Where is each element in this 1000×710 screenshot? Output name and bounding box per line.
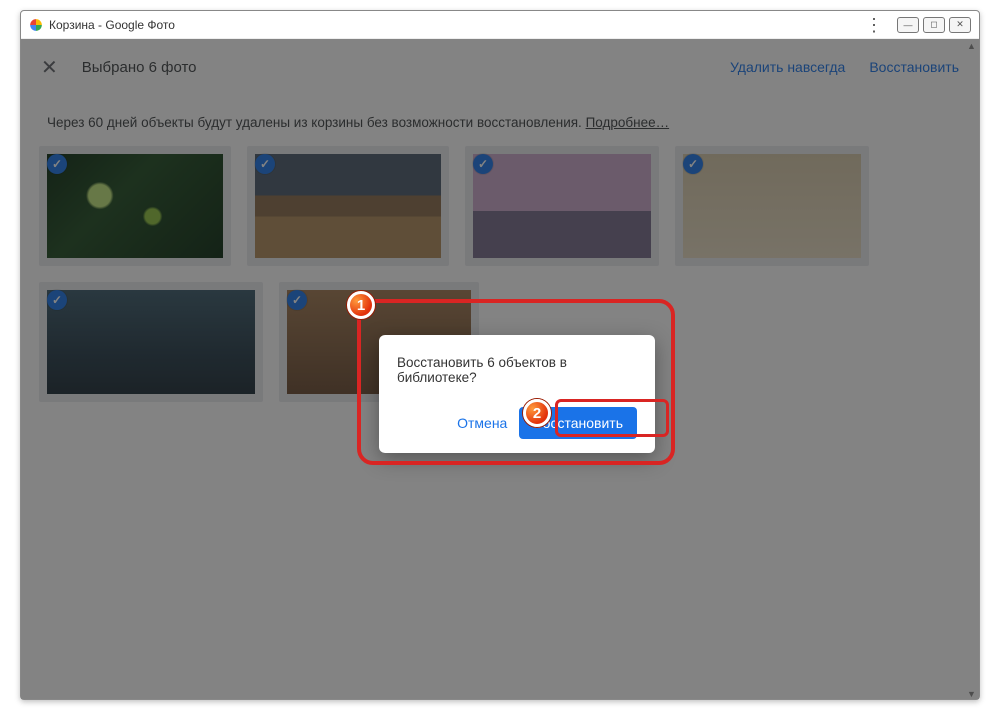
selected-check-icon[interactable]: ✓: [473, 154, 493, 174]
photo-thumbnail[interactable]: ✓: [247, 146, 449, 266]
photo-thumbnail[interactable]: ✓: [465, 146, 659, 266]
photo-thumbnail[interactable]: ✓: [39, 282, 263, 402]
selection-appbar: ✕ Выбрано 6 фото Удалить навсегда Восста…: [21, 39, 979, 95]
selected-check-icon[interactable]: ✓: [255, 154, 275, 174]
selected-check-icon[interactable]: ✓: [287, 290, 307, 310]
photo-thumbnail[interactable]: ✓: [675, 146, 869, 266]
maximize-button[interactable]: ◻: [923, 17, 945, 33]
restore-button[interactable]: Восстановить: [869, 59, 959, 75]
thumbnail-image: [47, 154, 223, 258]
selected-check-icon[interactable]: ✓: [47, 154, 67, 174]
selected-check-icon[interactable]: ✓: [47, 290, 67, 310]
minimize-button[interactable]: —: [897, 17, 919, 33]
annotation-highlight: [555, 399, 669, 437]
photo-thumbnail[interactable]: ✓: [39, 146, 231, 266]
google-photos-logo-icon: [29, 18, 43, 32]
close-window-button[interactable]: ✕: [949, 17, 971, 33]
learn-more-link[interactable]: Подробнее…: [586, 115, 670, 130]
thumbnail-image: [473, 154, 651, 258]
thumbnail-image: [255, 154, 441, 258]
delete-forever-button[interactable]: Удалить навсегда: [730, 59, 845, 75]
kebab-menu-icon[interactable]: ⋮: [865, 16, 883, 34]
scroll-down-icon[interactable]: ▼: [967, 689, 975, 697]
annotation-highlight: [357, 299, 675, 465]
app-window: Корзина - Google Фото ⋮ — ◻ ✕ ✕ Выбрано …: [20, 10, 980, 700]
selection-count-label: Выбрано 6 фото: [82, 59, 197, 76]
thumbnail-image: [47, 290, 255, 394]
annotation-step-badge: 1: [347, 291, 375, 319]
trash-notice: Через 60 дней объекты будут удалены из к…: [21, 95, 979, 146]
annotation-step-badge: 2: [523, 399, 551, 427]
viewport: ✕ Выбрано 6 фото Удалить навсегда Восста…: [21, 39, 979, 699]
scroll-up-icon[interactable]: ▲: [967, 41, 975, 49]
trash-notice-text: Через 60 дней объекты будут удалены из к…: [47, 115, 582, 130]
window-title: Корзина - Google Фото: [49, 18, 175, 32]
titlebar: Корзина - Google Фото ⋮ — ◻ ✕: [21, 11, 979, 39]
thumbnail-image: [683, 154, 861, 258]
selected-check-icon[interactable]: ✓: [683, 154, 703, 174]
deselect-button[interactable]: ✕: [41, 55, 58, 80]
vertical-scrollbar[interactable]: ▲ ▼: [965, 39, 977, 699]
